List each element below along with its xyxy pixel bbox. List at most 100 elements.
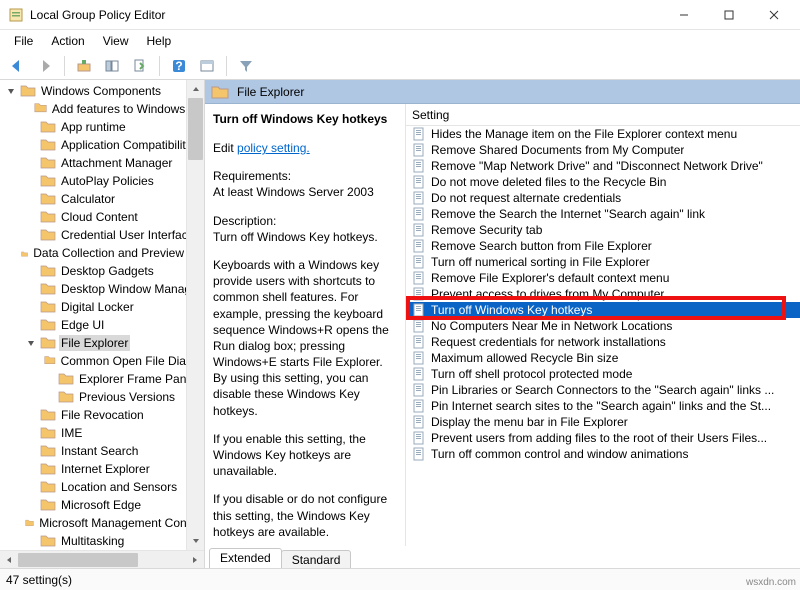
setting-row[interactable]: Pin Libraries or Search Connectors to th… bbox=[406, 382, 800, 398]
close-button[interactable] bbox=[751, 1, 796, 29]
setting-row[interactable]: Maximum allowed Recycle Bin size bbox=[406, 350, 800, 366]
setting-row[interactable]: Prevent users from adding files to the r… bbox=[406, 430, 800, 446]
folder-icon bbox=[40, 228, 56, 242]
setting-row[interactable]: Do not move deleted files to the Recycle… bbox=[406, 174, 800, 190]
setting-label: Remove Shared Documents from My Computer bbox=[431, 143, 684, 157]
minimize-button[interactable] bbox=[661, 1, 706, 29]
setting-row[interactable]: Display the menu bar in File Explorer bbox=[406, 414, 800, 430]
tree-item[interactable]: Attachment Manager bbox=[0, 154, 204, 172]
help-button[interactable]: ? bbox=[168, 55, 190, 77]
export-button[interactable] bbox=[129, 55, 151, 77]
menu-help[interactable]: Help bbox=[139, 32, 180, 50]
folder-icon bbox=[44, 354, 56, 368]
maximize-button[interactable] bbox=[706, 1, 751, 29]
tree-item[interactable]: Internet Explorer bbox=[0, 460, 204, 478]
tree-item[interactable]: Explorer Frame Pane bbox=[0, 370, 204, 388]
expand-placeholder bbox=[25, 319, 37, 331]
setting-row[interactable]: Remove Shared Documents from My Computer bbox=[406, 142, 800, 158]
scroll-right-button[interactable] bbox=[186, 552, 204, 568]
tree-item[interactable]: Add features to Windows 10 bbox=[0, 100, 204, 118]
settings-column-header[interactable]: Setting bbox=[406, 104, 800, 126]
description-body-2: If you enable this setting, the Windows … bbox=[213, 431, 399, 480]
setting-row[interactable]: Prevent access to drives from My Compute… bbox=[406, 286, 800, 302]
tree-item[interactable]: Credential User Interface bbox=[0, 226, 204, 244]
filter-button[interactable] bbox=[235, 55, 257, 77]
tree-item[interactable]: Calculator bbox=[0, 190, 204, 208]
scroll-down-button[interactable] bbox=[188, 532, 204, 550]
menu-view[interactable]: View bbox=[95, 32, 137, 50]
setting-row[interactable]: Remove File Explorer's default context m… bbox=[406, 270, 800, 286]
tree-item[interactable]: Common Open File Dialog bbox=[0, 352, 204, 370]
tree-item[interactable]: Edge UI bbox=[0, 316, 204, 334]
work-area: Windows ComponentsAdd features to Window… bbox=[0, 80, 800, 568]
expand-icon[interactable] bbox=[5, 85, 17, 97]
tree-item[interactable]: Digital Locker bbox=[0, 298, 204, 316]
tree-item[interactable]: Desktop Gadgets bbox=[0, 262, 204, 280]
edit-policy-link[interactable]: policy setting. bbox=[237, 141, 310, 155]
tree-hscrollbar[interactable] bbox=[0, 550, 204, 568]
tree-item[interactable]: File Revocation bbox=[0, 406, 204, 424]
tree[interactable]: Windows ComponentsAdd features to Window… bbox=[0, 80, 204, 550]
setting-row[interactable]: Remove "Map Network Drive" and "Disconne… bbox=[406, 158, 800, 174]
setting-row[interactable]: Turn off Windows Key hotkeys bbox=[406, 302, 800, 318]
setting-row[interactable]: Do not request alternate credentials bbox=[406, 190, 800, 206]
scroll-thumb[interactable] bbox=[18, 553, 138, 567]
tree-item[interactable]: Desktop Window Manager bbox=[0, 280, 204, 298]
tree-item-label: Attachment Manager bbox=[59, 155, 174, 171]
scroll-up-button[interactable] bbox=[188, 80, 204, 98]
expand-placeholder bbox=[25, 445, 37, 457]
tree-item[interactable]: Cloud Content bbox=[0, 208, 204, 226]
setting-row[interactable]: Remove Search button from File Explorer bbox=[406, 238, 800, 254]
tree-item-label: AutoPlay Policies bbox=[59, 173, 156, 189]
tree-item[interactable]: Application Compatibility bbox=[0, 136, 204, 154]
tree-item[interactable]: Data Collection and Preview Bu bbox=[0, 244, 204, 262]
tree-item[interactable]: Multitasking bbox=[0, 532, 204, 550]
tab-standard[interactable]: Standard bbox=[281, 550, 352, 568]
setting-row[interactable]: Turn off numerical sorting in File Explo… bbox=[406, 254, 800, 270]
setting-row[interactable]: Remove Security tab bbox=[406, 222, 800, 238]
folder-icon bbox=[40, 534, 56, 548]
show-hide-tree-button[interactable] bbox=[101, 55, 123, 77]
scroll-left-button[interactable] bbox=[0, 552, 18, 568]
forward-button[interactable] bbox=[34, 55, 56, 77]
tree-item[interactable]: Instant Search bbox=[0, 442, 204, 460]
setting-row[interactable]: Turn off shell protocol protected mode bbox=[406, 366, 800, 382]
scroll-track[interactable] bbox=[187, 98, 204, 532]
tree-item-label: Edge UI bbox=[59, 317, 106, 333]
up-button[interactable] bbox=[73, 55, 95, 77]
tree-item[interactable]: IME bbox=[0, 424, 204, 442]
tree-root[interactable]: Windows Components bbox=[0, 82, 204, 100]
status-text: 47 setting(s) bbox=[6, 573, 72, 587]
tree-item[interactable]: Microsoft Management Consol bbox=[0, 514, 204, 532]
tree-item[interactable]: Location and Sensors bbox=[0, 478, 204, 496]
expand-placeholder bbox=[43, 391, 55, 403]
tree-item[interactable]: AutoPlay Policies bbox=[0, 172, 204, 190]
setting-row[interactable]: Turn off common control and window anima… bbox=[406, 446, 800, 462]
tree-item[interactable]: Previous Versions bbox=[0, 388, 204, 406]
properties-button[interactable] bbox=[196, 55, 218, 77]
setting-row[interactable]: Pin Internet search sites to the "Search… bbox=[406, 398, 800, 414]
menu-file[interactable]: File bbox=[6, 32, 41, 50]
setting-row[interactable]: Hides the Manage item on the File Explor… bbox=[406, 126, 800, 142]
scroll-track[interactable] bbox=[18, 552, 186, 568]
settings-list[interactable]: Hides the Manage item on the File Explor… bbox=[406, 126, 800, 546]
tree-item[interactable]: Microsoft Edge bbox=[0, 496, 204, 514]
back-button[interactable] bbox=[6, 55, 28, 77]
setting-row[interactable]: No Computers Near Me in Network Location… bbox=[406, 318, 800, 334]
window-controls bbox=[661, 1, 796, 29]
folder-icon bbox=[211, 84, 229, 100]
tree-vscrollbar[interactable] bbox=[186, 80, 204, 550]
tree-item[interactable]: File Explorer bbox=[0, 334, 204, 352]
expand-icon[interactable] bbox=[25, 337, 37, 349]
expand-placeholder bbox=[25, 121, 37, 133]
expand-placeholder bbox=[25, 301, 37, 313]
setting-row[interactable]: Request credentials for network installa… bbox=[406, 334, 800, 350]
folder-icon bbox=[40, 444, 56, 458]
expand-placeholder bbox=[25, 481, 37, 493]
tree-item[interactable]: App runtime bbox=[0, 118, 204, 136]
setting-row[interactable]: Remove the Search the Internet "Search a… bbox=[406, 206, 800, 222]
tab-extended[interactable]: Extended bbox=[209, 548, 282, 568]
scroll-thumb[interactable] bbox=[188, 98, 203, 160]
menu-action[interactable]: Action bbox=[43, 32, 92, 50]
folder-icon bbox=[20, 84, 36, 98]
